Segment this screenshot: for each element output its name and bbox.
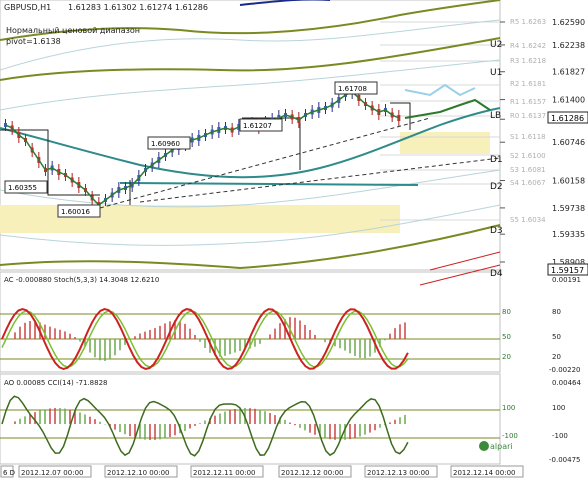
ac-stoch-title: AC -0.000880 Stoch(5,3,3) 14.3048 12.621… bbox=[4, 276, 159, 284]
ac-axis-top: 0.00191 bbox=[552, 276, 581, 284]
level-d1: D1 bbox=[490, 155, 503, 165]
current-price: 1.61286 bbox=[551, 114, 584, 123]
ao-axis-top: 0.00464 bbox=[552, 379, 581, 387]
ao-axis-bottom: -0.00475 bbox=[549, 456, 580, 464]
price-label-4: 1.60355 bbox=[8, 184, 37, 192]
ac-axis-20: 20 bbox=[552, 353, 561, 361]
ac-axis-80: 80 bbox=[552, 308, 561, 316]
ac-axis-bottom: -0.00220 bbox=[549, 366, 580, 374]
price-tick-label: 1.61827 bbox=[552, 68, 585, 77]
price-axis: 1.625901.622381.618271.614001.610981.607… bbox=[500, 18, 585, 267]
s5-label: S5 1.6034 bbox=[510, 216, 546, 224]
price-tick-label: 1.62590 bbox=[552, 18, 585, 27]
time-label: 2012.12.14 00:00 bbox=[453, 469, 515, 477]
svg-text:20: 20 bbox=[502, 353, 511, 361]
price-tick-label: 1.61400 bbox=[552, 96, 585, 105]
level-u1: U1 bbox=[490, 68, 502, 78]
range-label: Нормальный ценовой диапазон bbox=[6, 26, 140, 35]
r2-label: R2 1.6181 bbox=[510, 80, 546, 88]
level-d2: D2 bbox=[490, 182, 503, 192]
price-label-2: 1.61207 bbox=[243, 122, 272, 130]
s1-label: S1 1.6118 bbox=[510, 133, 546, 141]
r5-label: R5 1.6263 bbox=[510, 18, 546, 26]
chart-canvas: 1.61708 1.61207 1.60960 1.60355 1.60016 … bbox=[0, 0, 588, 480]
symbol-title: GBPUSD,H1 bbox=[4, 3, 51, 12]
price-label-5: 1.60016 bbox=[61, 208, 90, 216]
time-label: 6 D bbox=[3, 469, 15, 477]
price-tick-label: 1.59738 bbox=[552, 204, 585, 213]
price-tick-label: 1.60158 bbox=[552, 177, 585, 186]
low-price-flag: 1.59157 bbox=[551, 266, 584, 275]
svg-text:80: 80 bbox=[502, 308, 511, 316]
s2-label: S2 1.6100 bbox=[510, 152, 546, 160]
price-label-3: 1.60960 bbox=[151, 140, 180, 148]
s4-label: S4 1.6067 bbox=[510, 179, 546, 187]
ao-axis-100: 100 bbox=[552, 404, 565, 412]
r0-label: R0 1.6137 bbox=[510, 112, 546, 120]
ac-axis-50: 50 bbox=[552, 333, 561, 341]
svg-text:-100: -100 bbox=[502, 432, 518, 440]
alpari-logo: alpari bbox=[479, 441, 513, 451]
time-label: 2012.12.10 00:00 bbox=[107, 469, 169, 477]
time-label: 2012.12.11 00:00 bbox=[193, 469, 255, 477]
price-tick-label: 1.60746 bbox=[552, 138, 585, 147]
ao-cci-title: AO 0.00085 CCI(14) -71.8828 bbox=[4, 379, 107, 387]
r1-label: R1 1.6157 bbox=[510, 98, 546, 106]
price-tick-label: 1.59335 bbox=[552, 230, 585, 239]
ohlc-values: 1.61283 1.61302 1.61274 1.61286 bbox=[68, 3, 208, 12]
time-label: 2012.12.12 00:00 bbox=[281, 469, 343, 477]
level-lb: LB bbox=[490, 111, 501, 121]
pivot-label: pivot=1.6138 bbox=[6, 37, 61, 46]
r4-label: R4 1.6242 bbox=[510, 42, 546, 50]
ao-axis-neg100: -100 bbox=[552, 432, 568, 440]
r3-label: R3 1.6218 bbox=[510, 57, 546, 65]
time-label: 2012.12.13 00:00 bbox=[367, 469, 429, 477]
price-label-1: 1.61708 bbox=[338, 85, 367, 93]
svg-text:100: 100 bbox=[502, 404, 515, 412]
chart-window: 1.61708 1.61207 1.60960 1.60355 1.60016 … bbox=[0, 0, 588, 480]
s3-label: S3 1.6081 bbox=[510, 166, 546, 174]
price-tick-label: 1.62238 bbox=[552, 41, 585, 50]
svg-text:50: 50 bbox=[502, 333, 511, 341]
time-label: 2012.12.07 00:00 bbox=[21, 469, 83, 477]
level-d4: D4 bbox=[490, 269, 503, 279]
watermark-text: alpari bbox=[490, 442, 513, 451]
